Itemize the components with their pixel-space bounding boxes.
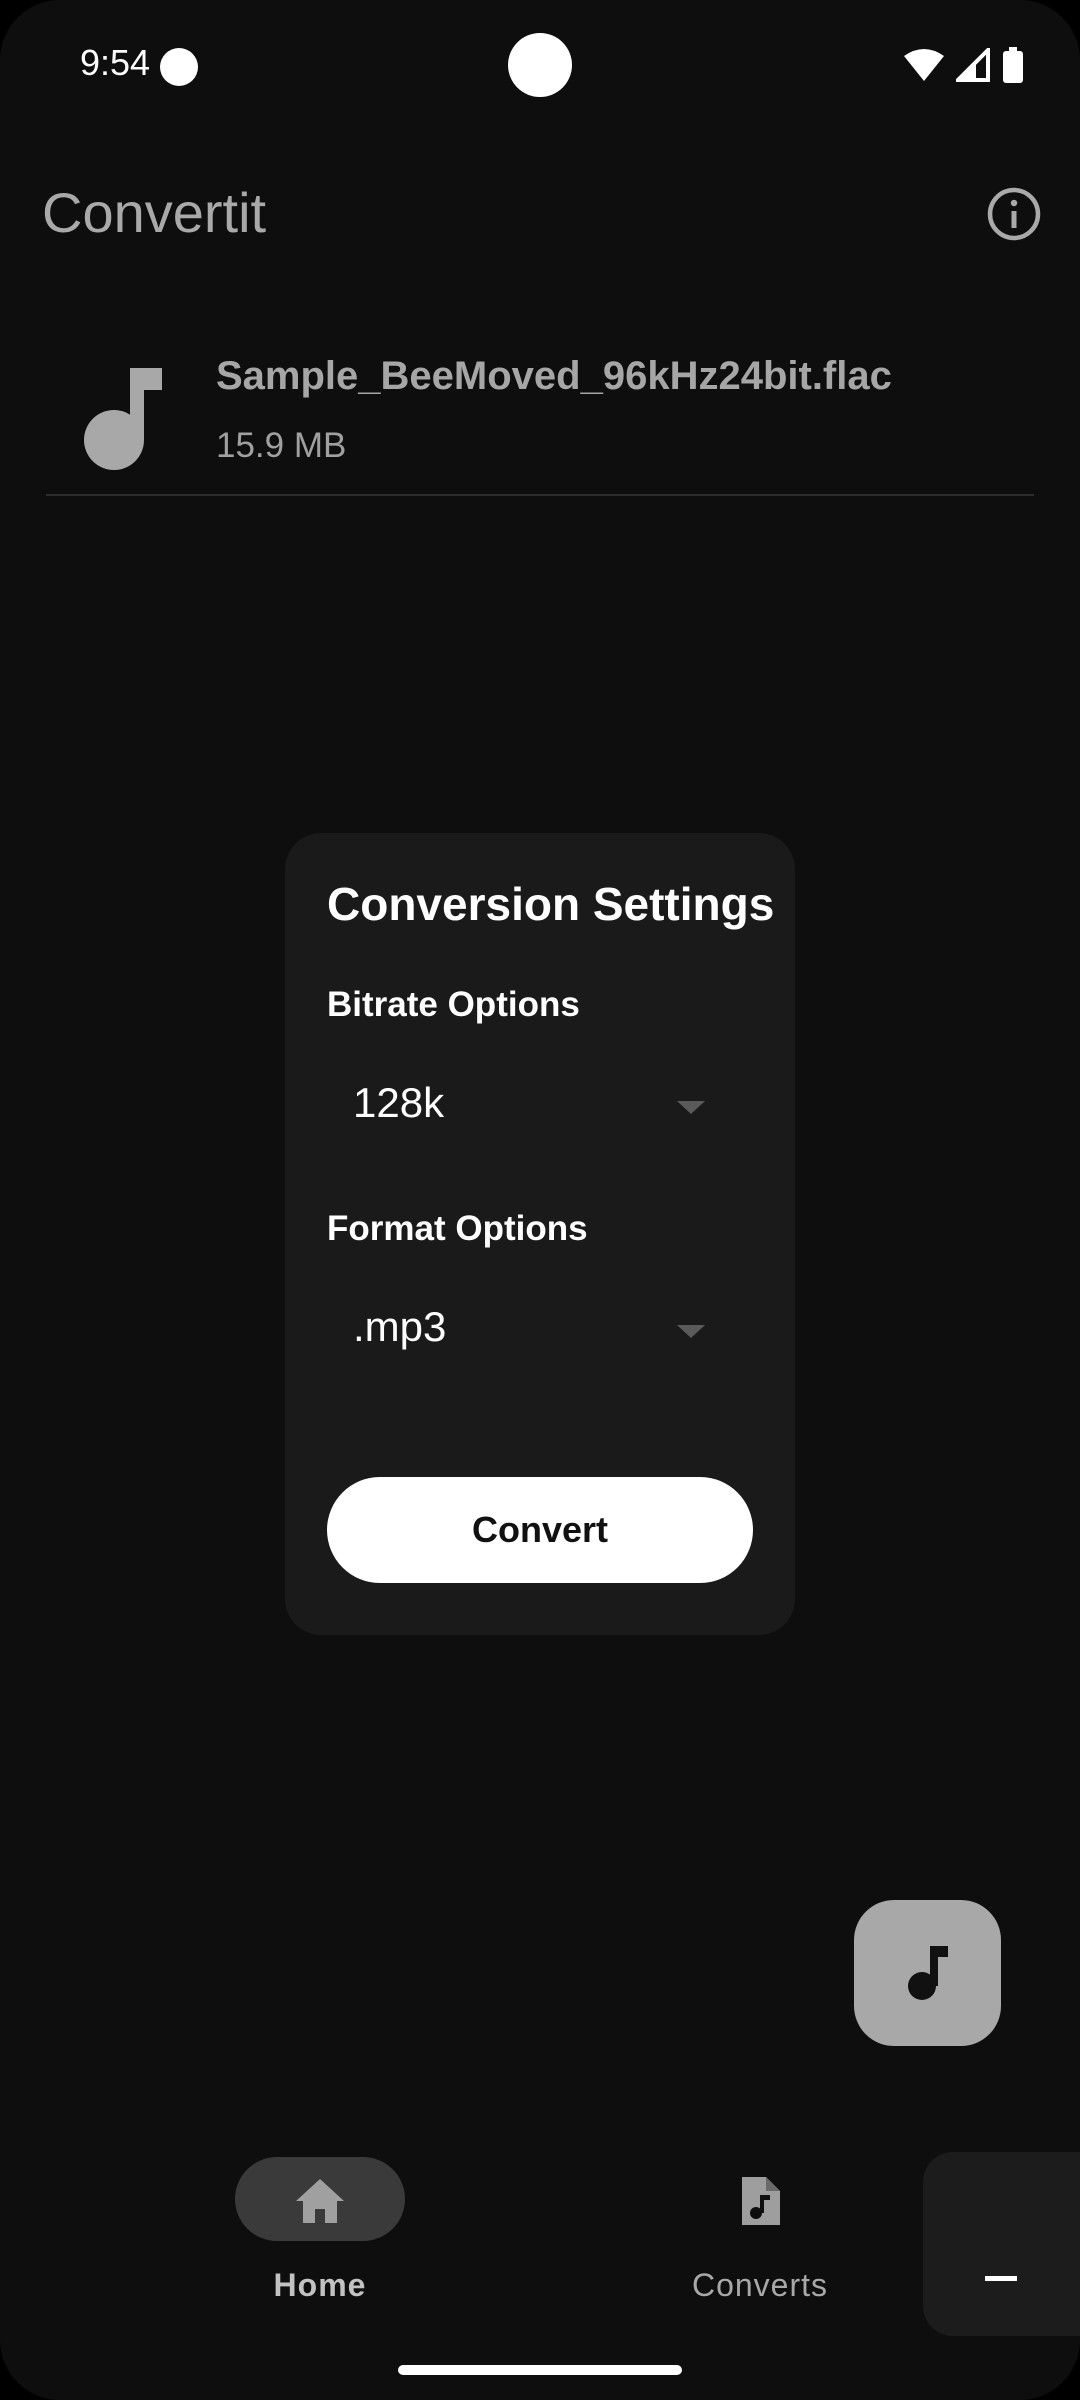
conversion-settings-dialog: Conversion Settings Bitrate Options 128k… bbox=[285, 833, 795, 1635]
nav-label-converts: Converts bbox=[691, 2267, 829, 2303]
file-size: 15.9 MB bbox=[216, 426, 347, 465]
pick-audio-fab[interactable] bbox=[854, 1900, 1001, 2046]
app-screen: 9:54 Convertit Sample_BeeMoved_96kHz24bi… bbox=[0, 0, 1080, 2400]
camera-cutout bbox=[508, 33, 572, 97]
dialog-title: Conversion Settings bbox=[327, 878, 775, 930]
nav-item-home[interactable]: Home bbox=[190, 2157, 450, 2327]
bottom-navigation: Home Converts bbox=[0, 2125, 1080, 2335]
bitrate-options-label: Bitrate Options bbox=[327, 985, 580, 1024]
bitrate-dropdown[interactable]: 128k bbox=[327, 1051, 727, 1161]
dropdown-arrow-icon bbox=[677, 1101, 705, 1114]
file-list-item[interactable]: Sample_BeeMoved_96kHz24bit.flac 15.9 MB bbox=[46, 330, 1034, 496]
wifi-icon bbox=[904, 49, 944, 81]
format-dropdown[interactable]: .mp3 bbox=[327, 1275, 727, 1385]
signal-icon bbox=[956, 48, 990, 82]
music-note-icon bbox=[84, 368, 162, 470]
minimized-panel[interactable] bbox=[923, 2152, 1080, 2336]
info-icon[interactable] bbox=[986, 186, 1042, 242]
minimize-icon bbox=[985, 2276, 1017, 2281]
nav-label-home: Home bbox=[273, 2267, 367, 2303]
bitrate-value: 128k bbox=[353, 1079, 445, 1126]
music-note-icon bbox=[908, 1946, 948, 2000]
convert-button[interactable]: Convert bbox=[327, 1477, 753, 1583]
home-icon bbox=[296, 2179, 344, 2223]
battery-icon bbox=[1003, 47, 1023, 83]
dropdown-arrow-icon bbox=[677, 1325, 705, 1338]
nav-item-converts[interactable]: Converts bbox=[630, 2157, 890, 2327]
status-bar: 9:54 bbox=[0, 0, 1080, 130]
gesture-handle[interactable] bbox=[398, 2365, 682, 2375]
system-icons bbox=[904, 45, 1024, 85]
file-name: Sample_BeeMoved_96kHz24bit.flac bbox=[216, 354, 892, 398]
format-options-label: Format Options bbox=[327, 1209, 588, 1248]
audio-file-icon bbox=[742, 2177, 780, 2225]
app-title: Convertit bbox=[42, 181, 267, 244]
format-value: .mp3 bbox=[353, 1303, 447, 1350]
notification-dot-icon bbox=[160, 48, 198, 86]
status-time: 9:54 bbox=[80, 42, 151, 83]
